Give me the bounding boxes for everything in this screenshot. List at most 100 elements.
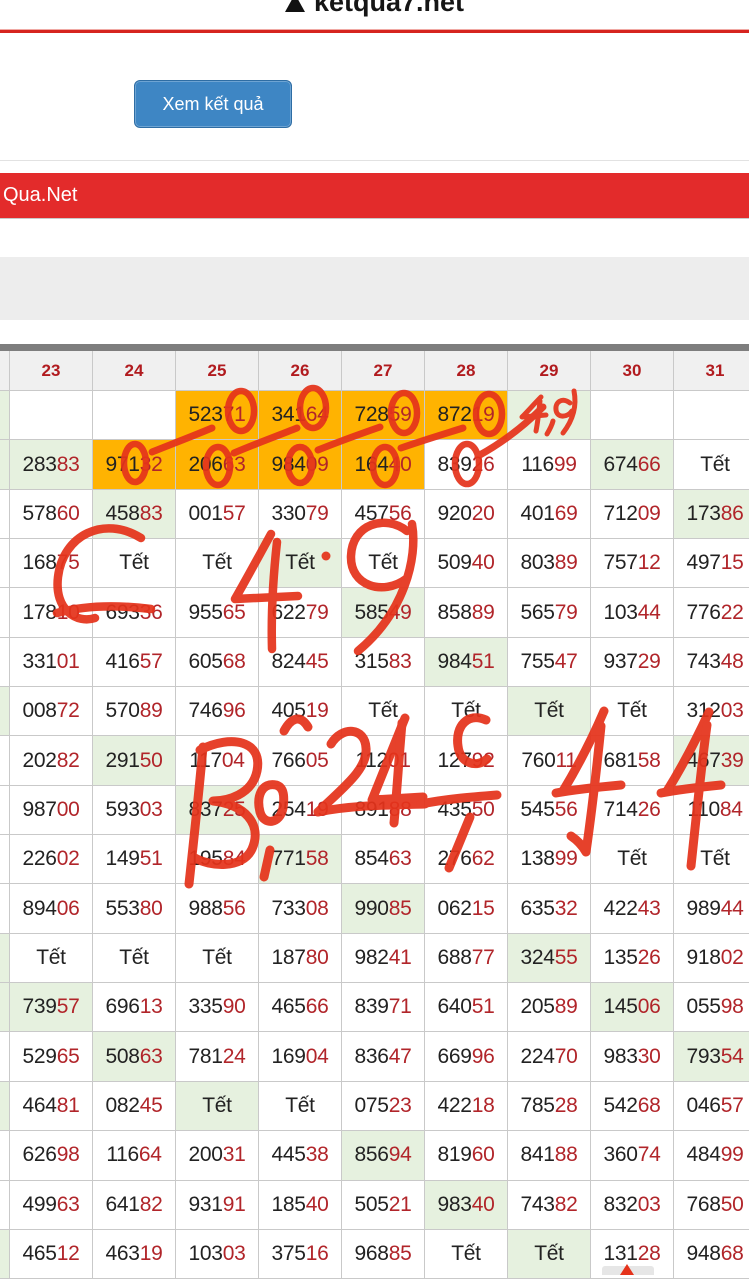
result-cell[interactable]: 93729 xyxy=(591,638,674,687)
result-cell[interactable]: 29150 xyxy=(93,736,176,785)
result-cell[interactable]: 75712 xyxy=(591,539,674,588)
result-cell[interactable]: Tết xyxy=(10,934,93,983)
result-cell[interactable]: 71426 xyxy=(591,786,674,835)
result-cell[interactable]: 49963 xyxy=(10,1181,93,1230)
result-cell[interactable]: 22470 xyxy=(508,1032,591,1081)
view-results-button[interactable]: Xem kết quả xyxy=(134,80,292,128)
result-cell[interactable]: 34164 xyxy=(259,391,342,440)
result-cell[interactable]: 64182 xyxy=(93,1181,176,1230)
result-cell[interactable]: Tết xyxy=(259,539,342,588)
result-cell[interactable]: 63532 xyxy=(508,884,591,933)
result-cell[interactable]: Tết xyxy=(176,539,259,588)
result-cell[interactable]: 42243 xyxy=(591,884,674,933)
result-cell[interactable]: 16440 xyxy=(342,440,425,489)
result-cell[interactable]: 96885 xyxy=(342,1230,425,1279)
result-cell[interactable]: 32455 xyxy=(508,934,591,983)
result-cell[interactable]: 68877 xyxy=(425,934,508,983)
date-column-header[interactable]: 25 xyxy=(176,351,259,391)
result-cell[interactable]: 98241 xyxy=(342,934,425,983)
result-cell[interactable]: 60568 xyxy=(176,638,259,687)
result-cell[interactable]: Tết xyxy=(176,934,259,983)
result-cell[interactable]: 43550 xyxy=(425,786,508,835)
result-cell[interactable]: 79354 xyxy=(674,1032,749,1081)
result-cell[interactable]: 46481 xyxy=(10,1082,93,1131)
result-cell[interactable]: 99085 xyxy=(342,884,425,933)
result-cell[interactable]: 58549 xyxy=(342,588,425,637)
result-cell[interactable]: 87219 xyxy=(425,391,508,440)
result-cell[interactable] xyxy=(674,391,749,440)
result-cell[interactable]: 11704 xyxy=(176,736,259,785)
result-cell[interactable]: 22602 xyxy=(10,835,93,884)
result-cell[interactable]: 98944 xyxy=(674,884,749,933)
result-cell[interactable]: 85889 xyxy=(425,588,508,637)
date-column-header[interactable]: 28 xyxy=(425,351,508,391)
date-column-header[interactable]: 24 xyxy=(93,351,176,391)
result-cell[interactable]: 73308 xyxy=(259,884,342,933)
result-cell[interactable]: 54556 xyxy=(508,786,591,835)
result-cell[interactable]: 11084 xyxy=(674,786,749,835)
result-cell[interactable]: 74696 xyxy=(176,687,259,736)
result-cell[interactable]: 50521 xyxy=(342,1181,425,1230)
result-cell[interactable]: 49715 xyxy=(674,539,749,588)
result-cell[interactable]: 55380 xyxy=(93,884,176,933)
result-cell[interactable]: 46512 xyxy=(10,1230,93,1279)
result-cell[interactable]: 00872 xyxy=(10,687,93,736)
result-cell[interactable]: 46319 xyxy=(93,1230,176,1279)
result-cell[interactable]: 41657 xyxy=(93,638,176,687)
result-cell[interactable]: 37516 xyxy=(259,1230,342,1279)
result-cell[interactable]: 82445 xyxy=(259,638,342,687)
date-column-header[interactable]: 26 xyxy=(259,351,342,391)
result-cell[interactable]: Tết xyxy=(674,440,749,489)
result-cell[interactable]: Tết xyxy=(259,1082,342,1131)
result-cell[interactable]: 07523 xyxy=(342,1082,425,1131)
result-cell[interactable]: 69613 xyxy=(93,983,176,1032)
result-cell[interactable]: 98856 xyxy=(176,884,259,933)
result-cell[interactable]: 85463 xyxy=(342,835,425,884)
result-cell[interactable]: 13128 xyxy=(591,1230,674,1279)
result-cell[interactable]: 98451 xyxy=(425,638,508,687)
result-cell[interactable]: 17386 xyxy=(674,490,749,539)
result-cell[interactable]: 44538 xyxy=(259,1131,342,1180)
result-cell[interactable]: 13899 xyxy=(508,835,591,884)
result-cell[interactable]: 31203 xyxy=(674,687,749,736)
result-cell[interactable]: 31583 xyxy=(342,638,425,687)
result-cell[interactable]: 59303 xyxy=(93,786,176,835)
result-cell[interactable]: 98330 xyxy=(591,1032,674,1081)
result-cell[interactable]: 46566 xyxy=(259,983,342,1032)
result-cell[interactable]: 45883 xyxy=(93,490,176,539)
result-cell[interactable]: 62279 xyxy=(259,588,342,637)
result-cell[interactable]: 83926 xyxy=(425,440,508,489)
result-cell[interactable]: Tết xyxy=(674,835,749,884)
result-cell[interactable]: 91802 xyxy=(674,934,749,983)
result-cell[interactable]: 20282 xyxy=(10,736,93,785)
result-cell[interactable]: 89406 xyxy=(10,884,93,933)
result-cell[interactable]: 14506 xyxy=(591,983,674,1032)
result-cell[interactable]: 08245 xyxy=(93,1082,176,1131)
result-cell[interactable]: 13526 xyxy=(591,934,674,983)
result-cell[interactable]: 83971 xyxy=(342,983,425,1032)
result-cell[interactable]: 11699 xyxy=(508,440,591,489)
result-cell[interactable]: 17810 xyxy=(10,588,93,637)
result-cell[interactable]: 20663 xyxy=(176,440,259,489)
result-cell[interactable]: 14951 xyxy=(93,835,176,884)
result-cell[interactable]: 11664 xyxy=(93,1131,176,1180)
result-cell[interactable]: 67466 xyxy=(591,440,674,489)
result-cell[interactable]: 27662 xyxy=(425,835,508,884)
result-cell[interactable]: 71209 xyxy=(591,490,674,539)
result-cell[interactable]: 78528 xyxy=(508,1082,591,1131)
result-cell[interactable]: Tết xyxy=(508,687,591,736)
result-cell[interactable]: 69336 xyxy=(93,588,176,637)
result-cell[interactable]: 68158 xyxy=(591,736,674,785)
result-cell[interactable]: 16904 xyxy=(259,1032,342,1081)
result-cell[interactable]: 42218 xyxy=(425,1082,508,1131)
result-cell[interactable]: 93191 xyxy=(176,1181,259,1230)
result-cell[interactable]: Tết xyxy=(591,687,674,736)
result-cell[interactable]: 57089 xyxy=(93,687,176,736)
result-cell[interactable]: 74382 xyxy=(508,1181,591,1230)
result-cell[interactable]: 84188 xyxy=(508,1131,591,1180)
result-cell[interactable]: 85694 xyxy=(342,1131,425,1180)
result-cell[interactable]: Tết xyxy=(591,835,674,884)
result-cell[interactable]: 98700 xyxy=(10,786,93,835)
result-cell[interactable]: 80389 xyxy=(508,539,591,588)
result-cell[interactable]: 97132 xyxy=(93,440,176,489)
